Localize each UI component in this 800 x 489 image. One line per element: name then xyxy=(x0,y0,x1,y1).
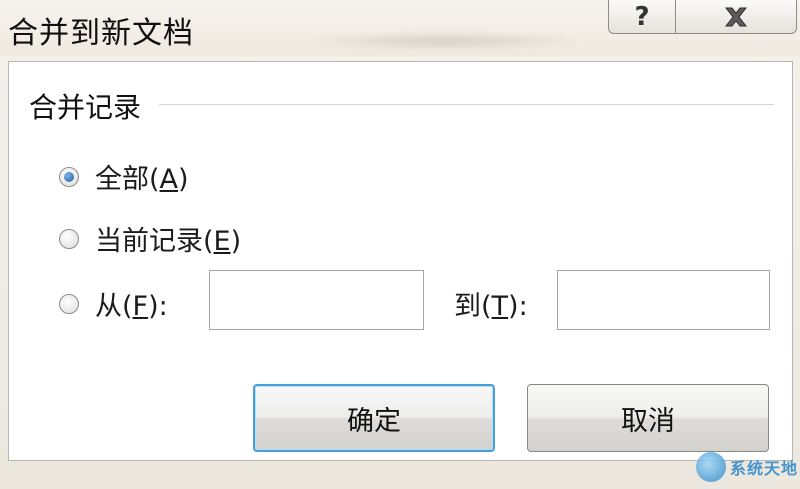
watermark: 系统天地 xyxy=(696,452,798,482)
merge-records-panel: 合并记录 全部(A) 当前记录(E) 从(F): 到(T): 确定 取消 xyxy=(8,61,793,461)
group-label: 合并记录 xyxy=(29,86,150,126)
radio-from-range[interactable]: 从(F): xyxy=(59,284,168,323)
background-blur xyxy=(300,32,590,50)
dialog-title: 合并到新文档 xyxy=(8,16,194,51)
radio-current-record[interactable]: 当前记录(E) xyxy=(59,219,241,258)
watermark-logo-icon xyxy=(696,452,726,482)
radio-current-indicator[interactable] xyxy=(59,228,79,249)
radio-all-records[interactable]: 全部(A) xyxy=(59,157,189,196)
ok-button[interactable]: 确定 xyxy=(253,384,495,452)
radio-all-indicator[interactable] xyxy=(59,166,79,187)
to-label: 到(T): xyxy=(454,291,528,322)
help-button[interactable]: ? xyxy=(608,0,676,34)
radio-current-label: 当前记录(E) xyxy=(95,226,242,257)
cancel-button[interactable]: 取消 xyxy=(527,384,769,452)
group-divider xyxy=(159,104,774,105)
watermark-text: 系统天地 xyxy=(730,459,799,478)
radio-all-label: 全部(A) xyxy=(95,164,189,195)
title-bar: 合并到新文档 ? xyxy=(0,0,800,56)
close-button[interactable] xyxy=(675,0,797,34)
close-icon xyxy=(724,7,748,26)
from-record-input[interactable] xyxy=(209,270,424,330)
to-record-input[interactable] xyxy=(557,270,770,330)
help-icon: ? xyxy=(634,1,650,32)
radio-from-indicator[interactable] xyxy=(59,293,79,314)
radio-from-label: 从(F): xyxy=(95,291,168,322)
merge-dialog: 合并到新文档 ? 合并记录 全部(A) 当前记录(E) 从(F): 到(T): … xyxy=(0,0,800,489)
